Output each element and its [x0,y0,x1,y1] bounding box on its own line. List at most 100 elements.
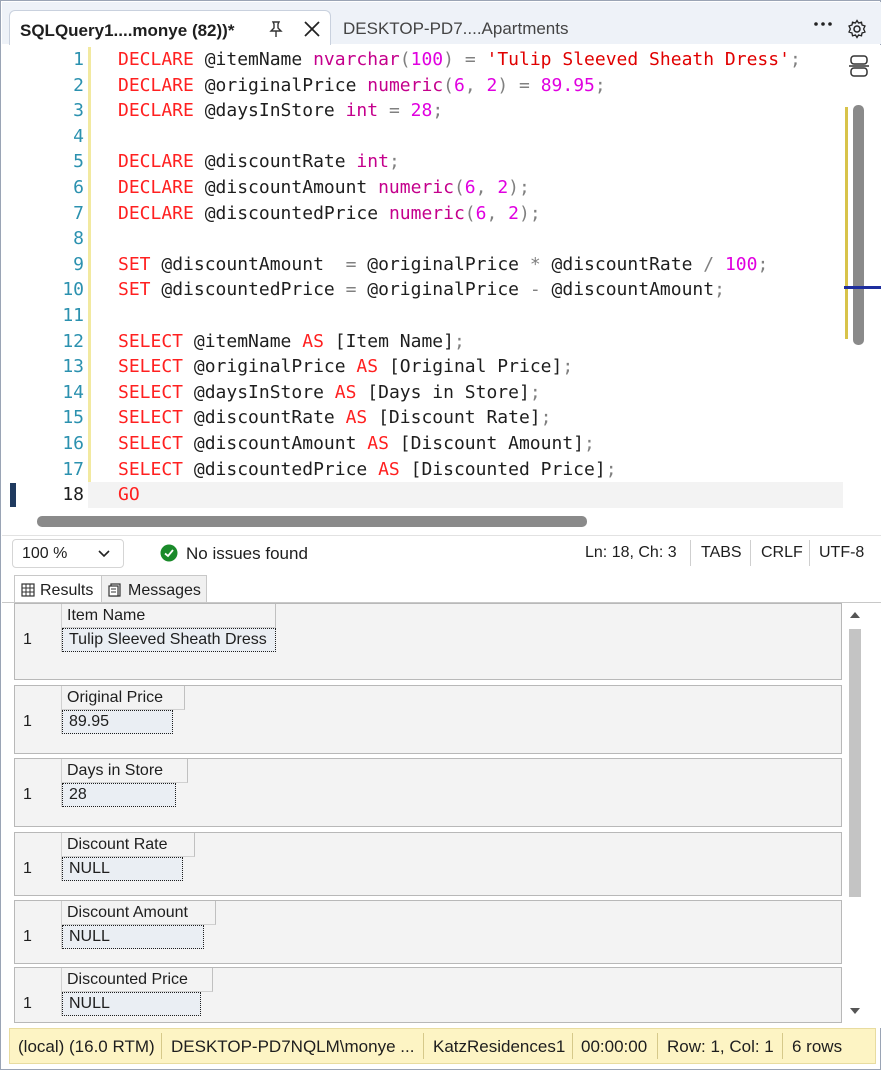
tab-messages-label: Messages [128,582,201,599]
code-token: SET [118,253,162,275]
issues-status[interactable]: No issues found [186,544,308,564]
sql-editor[interactable]: 1 2 3 4 5 6 7 8 9 10 11 12 13 14 15 16 17 18 DECLARE @ite… [2,45,881,535]
grid-corner[interactable] [15,604,62,628]
code-line[interactable] [118,226,878,252]
tab-results-label: Results [40,582,94,599]
grid-corner[interactable] [15,833,62,857]
code-token: @discountedPrice [193,458,379,480]
code-line[interactable]: DECLARE @discountedPrice numeric(6, 2); [118,201,878,227]
row-number[interactable]: 1 [15,783,62,807]
code-line[interactable]: GO [88,482,843,508]
code-line[interactable]: SELECT @daysInStore AS [Days in Store]; [118,380,878,406]
code-line[interactable]: DECLARE @daysInStore int = 28; [118,98,878,124]
result-grid[interactable]: Discount Amount 1 NULL [14,900,842,964]
indent-mode[interactable]: TABS [701,544,742,562]
row-number[interactable]: 1 [15,992,62,1016]
tab-results[interactable]: Results [14,575,102,603]
code-token: 100 [410,49,444,70]
check-circle-icon [160,544,178,562]
result-grid[interactable]: Discounted Price 1 NULL [14,967,842,1023]
grid-cell[interactable]: NULL [62,925,204,949]
code-token: @discountedPrice [161,279,346,301]
code-token: int [345,100,379,122]
line-ending[interactable]: CRLF [761,544,803,562]
current-line-marker [10,483,16,507]
row-number[interactable]: 1 [15,857,62,881]
code-line[interactable]: SET @discountedPrice = @originalPrice - … [118,277,878,303]
code-token: @discountAmount [161,253,346,275]
row-number[interactable]: 1 [15,710,62,734]
code-line[interactable]: SET @discountAmount = @originalPrice * @… [118,252,878,278]
code-token: numeric [378,176,454,198]
scroll-down-arrow-icon[interactable] [849,1005,861,1017]
split-editor-icon[interactable] [848,53,870,79]
result-grid[interactable]: Discount Rate 1 NULL [14,832,842,896]
code-line[interactable]: DECLARE @discountAmount numeric(6, 2); [118,175,878,201]
code-line[interactable]: DECLARE @originalPrice numeric(6, 2) = 8… [118,73,878,99]
grid-corner[interactable] [15,968,62,992]
pin-icon[interactable] [266,19,286,39]
status-divider [657,1033,658,1059]
code-line[interactable] [118,124,878,150]
code-token: numeric [367,74,444,96]
database-name: KatzResidences1 [433,1037,566,1056]
encoding[interactable]: UTF-8 [819,544,864,562]
grid-icon [21,583,35,597]
scroll-up-arrow-icon[interactable] [849,609,861,621]
code-token: @discountRate [204,151,357,173]
code-line[interactable]: DECLARE @itemName nvarchar(100) = 'Tulip… [118,47,878,73]
editor-horizontal-scrollbar[interactable] [37,516,587,527]
zoom-value: 100 % [22,545,68,562]
grid-cell[interactable]: NULL [62,857,183,881]
grid-corner[interactable] [15,686,62,710]
code-line[interactable]: SELECT @discountedPrice AS [Discounted P… [118,457,878,483]
code-token: nvarchar [313,49,400,70]
grid-corner[interactable] [15,759,62,783]
column-header[interactable]: Original Price [62,686,185,710]
code-token: ); [519,202,541,224]
code-token: numeric [388,202,465,224]
gear-icon[interactable] [847,19,867,39]
code-line[interactable]: SELECT @itemName AS [Item Name]; [118,329,878,355]
result-grid[interactable]: Days in Store 1 28 [14,758,842,827]
editor-status-strip: 100 % No issues found Ln: 18, Ch: 3 TABS… [2,535,881,571]
row-number[interactable]: 1 [15,628,62,652]
code-token: ; [540,407,552,429]
grid-cell[interactable]: 89.95 [62,710,173,734]
line-number: 3 [73,100,84,122]
editor-vertical-scrollbar[interactable] [853,105,864,345]
code-line[interactable]: SELECT @originalPrice AS [Original Price… [118,354,878,380]
more-options-icon[interactable] [812,16,834,32]
result-grid[interactable]: Original Price 1 89.95 [14,685,842,754]
code-token: AS [334,381,368,403]
close-icon[interactable] [301,18,323,40]
code-line[interactable]: SELECT @discountAmount AS [Discount Amou… [118,431,878,457]
code-token: DECLARE [118,151,205,173]
zoom-dropdown[interactable]: 100 % [12,539,124,568]
code-line[interactable] [118,303,878,329]
column-header[interactable]: Item Name [62,604,276,628]
column-header[interactable]: Discount Rate [62,833,195,857]
row-number[interactable]: 1 [15,925,62,949]
column-header[interactable]: Discounted Price [62,968,213,992]
grid-corner[interactable] [15,901,62,925]
result-grid[interactable]: Item Name 1 Tulip Sleeved Sheath Dress [14,603,842,680]
tab-messages[interactable]: Messages [101,575,207,603]
code-token: ; [453,330,465,352]
code-line[interactable]: DECLARE @discountRate int; [118,149,878,175]
cursor-position[interactable]: Ln: 18, Ch: 3 [585,544,677,562]
results-vertical-scrollbar[interactable] [849,629,861,897]
grid-cell[interactable]: NULL [62,992,201,1016]
code-token: @originalPrice [204,74,368,96]
line-number: 14 [62,381,84,403]
tab-desktop-apartments[interactable]: DESKTOP-PD7....Apartments [343,19,568,39]
column-header[interactable]: Discount Amount [62,901,216,925]
grid-cell[interactable]: Tulip Sleeved Sheath Dress [62,628,276,652]
column-header[interactable]: Days in Store [62,759,188,783]
code-token: * [529,253,552,275]
code-text-area[interactable]: DECLARE @itemName nvarchar(100) = 'Tulip… [88,47,878,508]
tab-sqlquery1[interactable]: SQLQuery1....monye (82))* [9,10,331,46]
grid-cell[interactable]: 28 [62,783,176,807]
code-line[interactable]: SELECT @discountRate AS [Discount Rate]; [118,405,878,431]
code-token: ; [789,49,801,70]
